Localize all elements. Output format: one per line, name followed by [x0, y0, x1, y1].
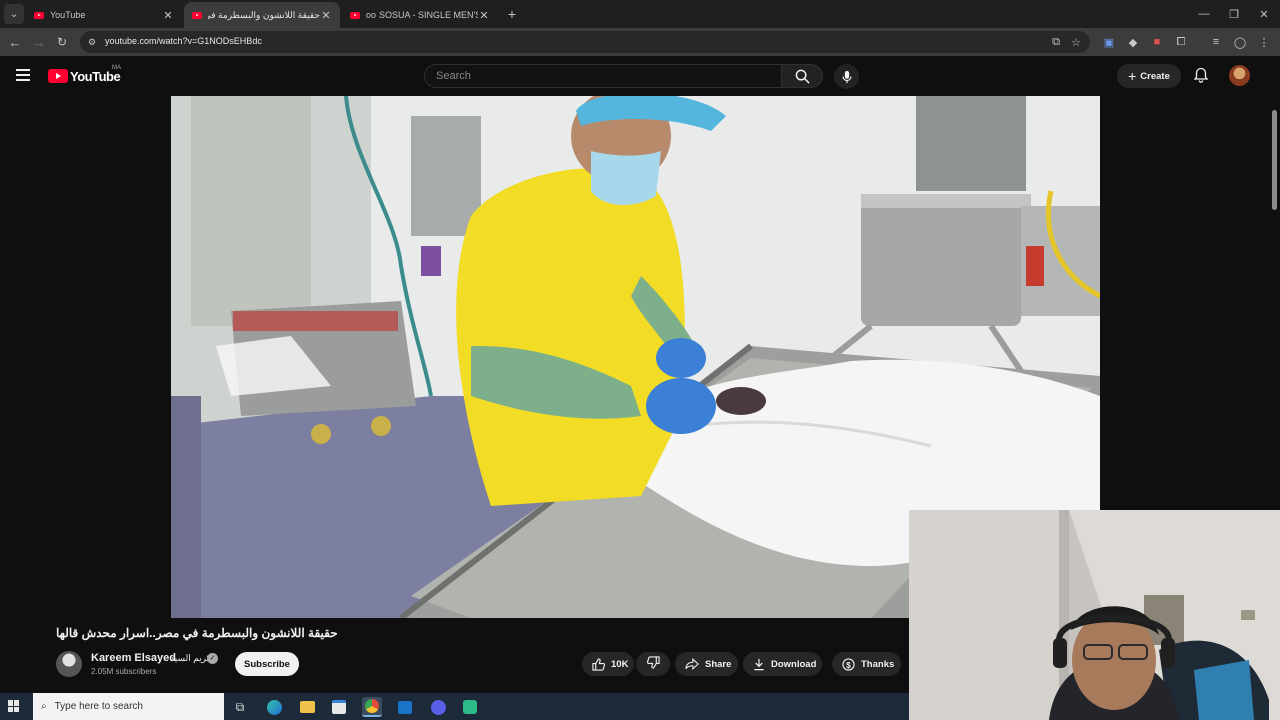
tab-search-icon[interactable]: ⌄ — [4, 4, 24, 24]
search-icon: ⌕ — [41, 701, 47, 712]
create-button[interactable]: + Create — [1117, 64, 1181, 88]
restore-icon[interactable]: ❐ — [1220, 4, 1248, 24]
svg-text:$: $ — [846, 659, 851, 669]
thanks-button[interactable]: $ Thanks — [832, 652, 901, 676]
microphone-icon — [841, 70, 852, 83]
more-menu-icon[interactable]: ⋮ — [1256, 34, 1272, 50]
extension-red-icon[interactable]: ■ — [1149, 34, 1165, 50]
like-count: 10K — [611, 658, 629, 670]
discord-icon[interactable] — [428, 697, 448, 717]
taskbar-search-field[interactable]: ⌕ Type here to search — [33, 693, 224, 720]
close-icon[interactable]: ✕ — [1250, 4, 1278, 24]
forward-arrow-icon[interactable]: → — [29, 32, 49, 52]
taskbar-search-placeholder: Type here to search — [54, 701, 143, 712]
tab-video[interactable]: حقيقة اللانشون والبسطرمة في مـ ✕ — [184, 2, 340, 28]
hamburger-menu-icon[interactable] — [16, 69, 30, 81]
verified-badge-icon: ✓ — [207, 653, 218, 664]
profile-icon[interactable]: ◯ — [1232, 34, 1248, 50]
browser-tab-strip: ⌄ YouTube ✕ حقيقة اللانشون والبسطرمة في … — [0, 0, 1280, 28]
site-info-icon[interactable]: ⚙ — [86, 36, 98, 48]
thanks-label: Thanks — [861, 658, 895, 670]
search-field[interactable] — [424, 64, 782, 88]
thumbs-down-icon — [646, 656, 660, 672]
close-icon[interactable]: ✕ — [162, 9, 174, 22]
search-button[interactable] — [781, 64, 823, 88]
extension-diamond-icon[interactable]: ◆ — [1125, 34, 1141, 50]
tab-title: YouTube — [50, 10, 86, 20]
share-button[interactable]: Share — [675, 652, 738, 676]
search-input[interactable] — [425, 65, 781, 87]
youtube-logo[interactable]: YouTube MA — [48, 65, 121, 84]
bookmark-star-icon[interactable]: ☆ — [1068, 34, 1084, 50]
reload-icon[interactable]: ↻ — [52, 32, 72, 52]
webcam-image — [909, 510, 1280, 720]
youtube-favicon-icon — [192, 11, 202, 19]
chrome-icon[interactable] — [362, 697, 382, 717]
file-explorer-icon[interactable] — [297, 697, 317, 717]
close-icon[interactable]: ✕ — [478, 9, 490, 22]
youtube-favicon-icon — [34, 11, 44, 19]
tab-sosua[interactable]: oo SOSUA - SINGLE MEN'S PAR ✕ — [342, 2, 498, 28]
search-icon — [795, 69, 810, 84]
plus-icon: + — [1128, 68, 1137, 84]
subscriber-count: 2.05M subscribers — [91, 667, 157, 676]
translate-extension-icon[interactable]: ▣ — [1101, 34, 1117, 50]
tab-title: SOSUA - SINGLE MEN'S PAR — [379, 10, 478, 20]
scrollbar-thumb[interactable] — [1272, 110, 1277, 210]
tab-title: حقيقة اللانشون والبسطرمة في مـ — [208, 9, 320, 20]
extensions-puzzle-icon[interactable]: ⧠ — [1173, 34, 1189, 50]
android-app-icon[interactable] — [460, 697, 480, 717]
close-icon[interactable]: ✕ — [320, 9, 332, 22]
share-label: Share — [705, 658, 732, 670]
download-icon — [753, 658, 765, 671]
windows-start-icon[interactable] — [8, 700, 20, 712]
minimize-icon[interactable]: — — [1190, 4, 1218, 24]
outlook-icon[interactable] — [395, 697, 415, 717]
download-label: Download — [771, 658, 817, 670]
youtube-play-icon — [48, 69, 68, 83]
thumbs-up-icon — [592, 657, 605, 671]
share-arrow-icon — [685, 658, 699, 670]
dislike-button[interactable] — [636, 652, 670, 676]
download-button[interactable]: Download — [743, 652, 822, 676]
back-arrow-icon[interactable]: ← — [5, 32, 25, 52]
channel-name[interactable]: Kareem Elsayed — [91, 652, 176, 664]
account-avatar[interactable] — [1229, 65, 1250, 86]
plus-icon[interactable]: + — [502, 4, 522, 24]
webcam-overlay — [909, 510, 1280, 720]
windows-taskbar: ⌕ Type here to search ⧉ — [0, 693, 909, 720]
video-title: حقيقة اللانشون والبسطرمة في مصر..اسرار م… — [56, 626, 338, 640]
task-view-icon[interactable]: ⧉ — [230, 697, 250, 717]
tab-youtube[interactable]: YouTube ✕ — [26, 2, 182, 28]
store-icon[interactable] — [329, 697, 349, 717]
browser-toolbar: ← → ↻ ⚙ youtube.com/watch?v=G1NODsEHBdc … — [0, 28, 1280, 56]
notifications-bell-icon[interactable] — [1192, 66, 1210, 84]
edge-icon[interactable] — [264, 697, 284, 717]
youtube-header: YouTube MA + Create — [0, 56, 1280, 96]
super-thanks-icon: $ — [842, 657, 855, 671]
channel-name-arabic[interactable]: كريم السيد — [170, 653, 211, 664]
subscribe-button[interactable]: Subscribe — [235, 652, 299, 676]
like-button[interactable]: 10K — [582, 652, 634, 676]
tab-prefix: oo — [366, 10, 377, 20]
country-code: MA — [112, 65, 121, 71]
media-control-icon[interactable]: ≡ — [1208, 34, 1224, 50]
channel-avatar[interactable] — [56, 651, 82, 677]
cast-icon[interactable]: ⧉ — [1048, 34, 1064, 50]
url-text: youtube.com/watch?v=G1NODsEHBdc — [105, 36, 262, 46]
address-bar[interactable]: ⚙ youtube.com/watch?v=G1NODsEHBdc ⧉ ☆ — [80, 31, 1090, 53]
youtube-favicon-icon — [350, 11, 360, 19]
voice-search-button[interactable] — [834, 64, 859, 89]
create-label: Create — [1140, 70, 1170, 82]
